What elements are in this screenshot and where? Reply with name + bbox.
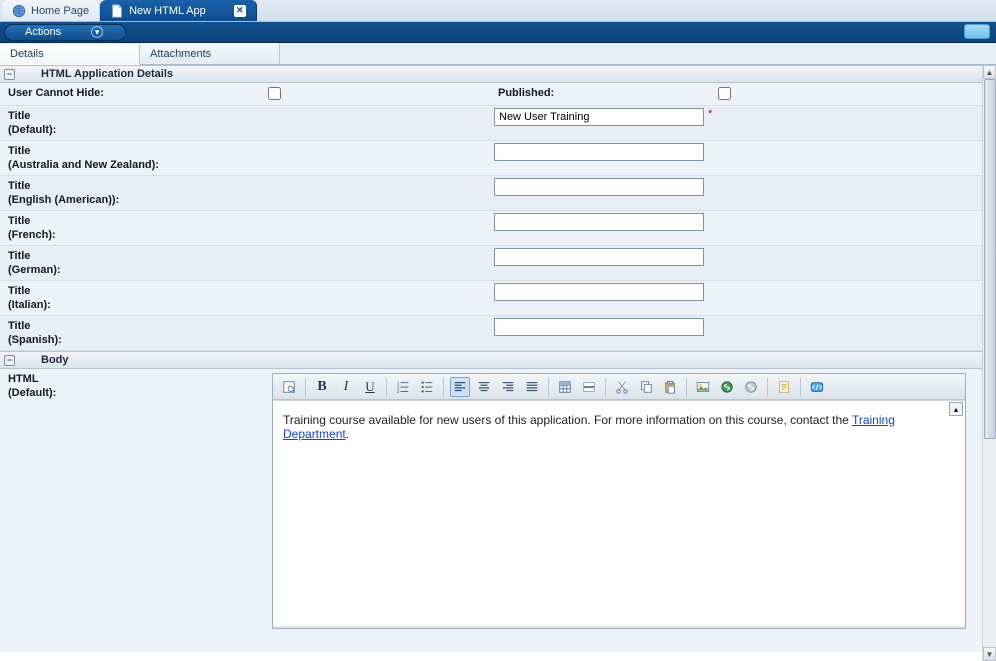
section-header-body[interactable]: − Body: [0, 351, 982, 369]
collapse-icon[interactable]: −: [4, 69, 15, 80]
tab-home-page[interactable]: Home Page: [2, 0, 100, 21]
input-title-enus[interactable]: [494, 178, 704, 196]
subtab-attachments-label: Attachments: [150, 48, 211, 60]
input-title-anz[interactable]: [494, 143, 704, 161]
record-tab-bar: Details Attachments: [0, 43, 996, 65]
label-title-it: Title (Italian):: [0, 281, 260, 315]
label-title-enus: Title (English (American)):: [0, 176, 260, 210]
vertical-scrollbar[interactable]: ▲ ▼: [982, 65, 996, 661]
checkbox-published[interactable]: [718, 87, 731, 100]
insert-image-icon[interactable]: [693, 377, 713, 397]
close-icon[interactable]: ✕: [234, 5, 246, 17]
copy-icon[interactable]: [636, 377, 656, 397]
label-html-default: HTML (Default):: [0, 369, 272, 652]
input-title-es[interactable]: [494, 318, 704, 336]
section-header-body-label: Body: [41, 354, 69, 366]
label-title-anz: Title (Australia and New Zealand):: [0, 141, 260, 175]
actions-menu-button[interactable]: Actions ▾: [4, 24, 126, 41]
label-title-default: Title (Default):: [0, 106, 260, 140]
document-icon[interactable]: [774, 377, 794, 397]
scroll-down-icon[interactable]: ▼: [983, 647, 996, 661]
input-title-de[interactable]: [494, 248, 704, 266]
status-indicator-icon: [964, 24, 990, 39]
align-justify-icon[interactable]: [522, 377, 542, 397]
scroll-up-icon[interactable]: ▲: [983, 65, 996, 79]
label-user-cannot-hide: User Cannot Hide:: [0, 83, 260, 105]
italic-icon[interactable]: I: [336, 377, 356, 397]
scrollbar-thumb[interactable]: [984, 79, 996, 439]
globe-icon: [12, 4, 26, 18]
top-tab-bar: Home Page New HTML App ✕: [0, 0, 996, 22]
rte-content-area[interactable]: Training course available for new users …: [273, 400, 965, 626]
subtab-attachments[interactable]: Attachments: [140, 43, 280, 64]
preview-icon[interactable]: [279, 377, 299, 397]
actions-menu-label: Actions: [25, 26, 61, 38]
rte-text-after: .: [346, 427, 349, 441]
label-title-fr: Title (French):: [0, 211, 260, 245]
insert-table-icon[interactable]: [555, 377, 575, 397]
tab-home-page-label: Home Page: [31, 5, 89, 17]
input-title-default[interactable]: [494, 108, 704, 126]
document-icon: [110, 4, 124, 18]
rte-text-before: Training course available for new users …: [283, 413, 852, 427]
cut-icon[interactable]: [612, 377, 632, 397]
ordered-list-icon[interactable]: 123: [393, 377, 413, 397]
tab-new-html-app-label: New HTML App: [129, 5, 206, 17]
chevron-down-icon: ▾: [91, 26, 103, 38]
label-published: Published:: [490, 83, 710, 105]
collapse-icon[interactable]: −: [4, 355, 15, 366]
rich-text-editor: B I U 123: [272, 373, 966, 629]
underline-icon[interactable]: U: [360, 377, 380, 397]
checkbox-user-cannot-hide[interactable]: [268, 87, 281, 100]
align-left-icon[interactable]: [450, 377, 470, 397]
bold-icon[interactable]: B: [312, 377, 332, 397]
tab-new-html-app[interactable]: New HTML App ✕: [100, 0, 257, 21]
paste-icon[interactable]: [660, 377, 680, 397]
insert-hr-icon[interactable]: [579, 377, 599, 397]
insert-link-icon[interactable]: [717, 377, 737, 397]
collapse-up-icon[interactable]: ▴: [949, 402, 963, 416]
content-area: − HTML Application Details User Cannot H…: [0, 65, 996, 661]
source-view-icon[interactable]: [807, 377, 827, 397]
align-center-icon[interactable]: [474, 377, 494, 397]
svg-text:3: 3: [397, 389, 400, 394]
unordered-list-icon[interactable]: [417, 377, 437, 397]
required-mark: *: [708, 108, 712, 120]
input-title-fr[interactable]: [494, 213, 704, 231]
actions-bar: Actions ▾: [0, 22, 996, 43]
align-right-icon[interactable]: [498, 377, 518, 397]
label-title-de: Title (German):: [0, 246, 260, 280]
input-title-it[interactable]: [494, 283, 704, 301]
subtab-details-label: Details: [10, 48, 44, 60]
section-header-details-label: HTML Application Details: [41, 68, 173, 80]
remove-link-icon[interactable]: [741, 377, 761, 397]
label-title-es: Title (Spanish):: [0, 316, 260, 350]
subtab-details[interactable]: Details: [0, 44, 140, 65]
rte-toolbar: B I U 123: [273, 374, 965, 400]
section-header-details[interactable]: − HTML Application Details: [0, 65, 982, 83]
